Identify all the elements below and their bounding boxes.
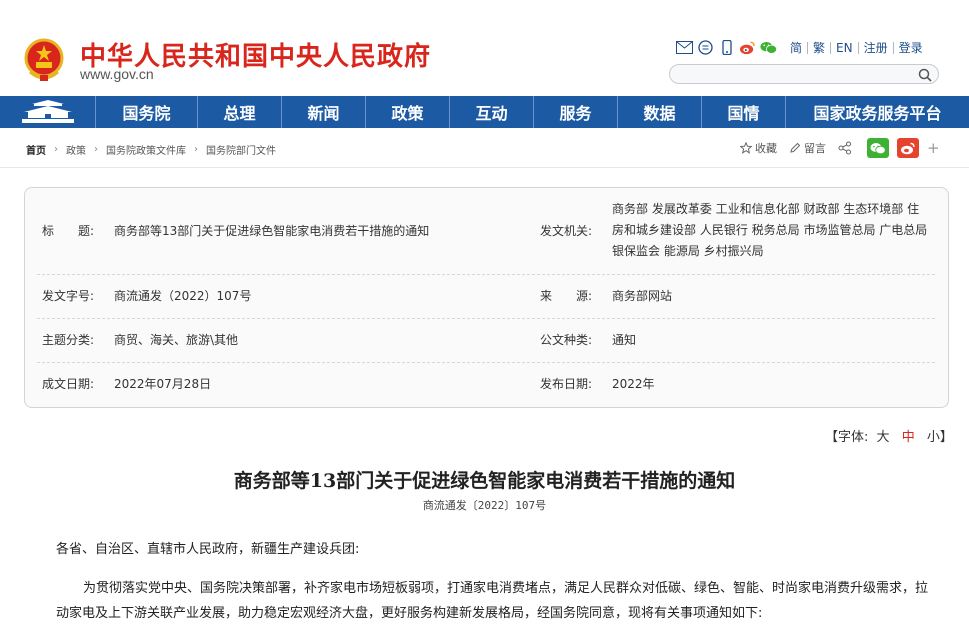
- main-nav: 国务院 总理 新闻 政策 互动 服务 数据 国情 国家政务服务平台: [0, 96, 969, 128]
- nav-item-services[interactable]: 服务: [534, 96, 618, 128]
- mobile-icon[interactable]: [718, 40, 735, 55]
- site-url[interactable]: www.gov.cn: [80, 66, 154, 82]
- breadcrumb-policy[interactable]: 政策: [66, 142, 86, 157]
- nav-item-news[interactable]: 新闻: [282, 96, 366, 128]
- issuer-value: 商务部 发展改革委 工业和信息化部 财政部 生态环境部 住房和城乡建设部 人民银…: [612, 202, 928, 258]
- article-actions: 收藏 留言 +: [740, 138, 940, 158]
- doctype-value: 通知: [612, 333, 637, 347]
- share-button[interactable]: [838, 141, 855, 155]
- font-size-large[interactable]: 大: [877, 430, 890, 445]
- font-size-suffix: 】: [939, 430, 953, 445]
- pencil-icon: [790, 142, 801, 153]
- nav-item-data[interactable]: 数据: [618, 96, 702, 128]
- comment-button[interactable]: 留言: [789, 140, 826, 156]
- search-box: [669, 64, 939, 86]
- breadcrumb-separator-icon: ›: [54, 144, 58, 155]
- document-addressee: 各省、自治区、直辖市人民政府，新疆生产建设兵团:: [56, 542, 360, 557]
- weibo-icon[interactable]: [739, 40, 756, 55]
- register-link[interactable]: 注册: [859, 41, 894, 54]
- source-value: 商务部网站: [612, 289, 673, 303]
- subject-label: 主题分类:: [42, 333, 95, 347]
- nav-item-interaction[interactable]: 互动: [450, 96, 534, 128]
- document-info-panel: 标 题: 商务部等13部门关于促进绿色智能家电消费若干措施的通知 发文机关: 商…: [24, 187, 949, 408]
- wechat-icon[interactable]: [760, 40, 777, 55]
- nav-item-state-council[interactable]: 国务院: [96, 96, 198, 128]
- breadcrumb: 首页 › 政策 › 国务院政策文件库 › 国务院部门文件: [26, 142, 276, 157]
- published-date-label: 发布日期:: [540, 377, 593, 391]
- breadcrumb-separator-icon: ›: [194, 144, 198, 155]
- title-value: 商务部等13部门关于促进绿色智能家电消费若干措施的通知: [114, 224, 430, 238]
- top-links: 简 繁 EN 注册 登录: [676, 40, 928, 55]
- lang-traditional-link[interactable]: 繁: [808, 41, 832, 54]
- comment-label: 留言: [804, 142, 826, 155]
- docno-label: 发文字号:: [42, 289, 95, 303]
- nav-item-policy[interactable]: 政策: [366, 96, 450, 128]
- nav-item-premier[interactable]: 总理: [198, 96, 282, 128]
- share-icon: [838, 141, 851, 155]
- share-wechat-icon[interactable]: [867, 138, 889, 158]
- breadcrumb-separator-icon: ›: [94, 144, 98, 155]
- star-icon: [740, 142, 752, 154]
- chat-icon[interactable]: [697, 40, 714, 55]
- document-title: 商务部等13部门关于促进绿色智能家电消费若干措施的通知: [233, 470, 736, 492]
- document-number: 商流通发〔2022〕107号: [422, 499, 547, 512]
- nav-item-national-conditions[interactable]: 国情: [702, 96, 786, 128]
- search-icon[interactable]: [918, 67, 932, 86]
- font-size-small[interactable]: 小: [927, 430, 940, 445]
- lang-english-link[interactable]: EN: [831, 41, 859, 54]
- published-date-value: 2022年: [612, 377, 655, 391]
- subject-value: 商贸、海关、旅游\其他: [114, 333, 239, 347]
- written-date-label: 成文日期:: [42, 377, 95, 391]
- breadcrumb-department-docs[interactable]: 国务院部门文件: [206, 142, 276, 157]
- national-emblem-icon[interactable]: [24, 38, 64, 82]
- favorite-label: 收藏: [755, 142, 777, 155]
- site-header: 中华人民共和国中央人民政府 www.gov.cn 简 繁 EN 注册 登录: [0, 0, 969, 96]
- breadcrumb-home[interactable]: 首页: [26, 142, 46, 157]
- more-share-icon[interactable]: +: [927, 139, 940, 157]
- tiananmen-logo-icon[interactable]: [0, 96, 96, 128]
- font-size-medium[interactable]: 中: [902, 430, 915, 445]
- font-size-selector: 【字体: 大 中 小】: [825, 426, 953, 445]
- breadcrumb-policy-library[interactable]: 国务院政策文件库: [106, 142, 186, 157]
- docno-value: 商流通发（2022）107号: [114, 289, 252, 303]
- login-link[interactable]: 登录: [894, 42, 928, 54]
- doctype-label: 公文种类:: [540, 333, 593, 347]
- nav-item-gov-service-platform[interactable]: 国家政务服务平台: [786, 96, 969, 128]
- source-label: 来 源:: [540, 289, 593, 303]
- mail-icon[interactable]: [676, 40, 693, 55]
- document-paragraph: 为贯彻落实党中央、国务院决策部署，补齐家电市场短板弱项，打通家电消费堵点，满足人…: [56, 581, 929, 621]
- share-weibo-icon[interactable]: [897, 138, 919, 158]
- search-input[interactable]: [680, 67, 910, 85]
- issuer-label: 发文机关:: [540, 224, 593, 238]
- lang-simplified-link[interactable]: 简: [785, 41, 809, 54]
- title-label: 标 题:: [42, 224, 95, 238]
- font-size-prefix: 【字体:: [825, 430, 869, 445]
- written-date-value: 2022年07月28日: [114, 377, 212, 391]
- favorite-button[interactable]: 收藏: [740, 140, 777, 156]
